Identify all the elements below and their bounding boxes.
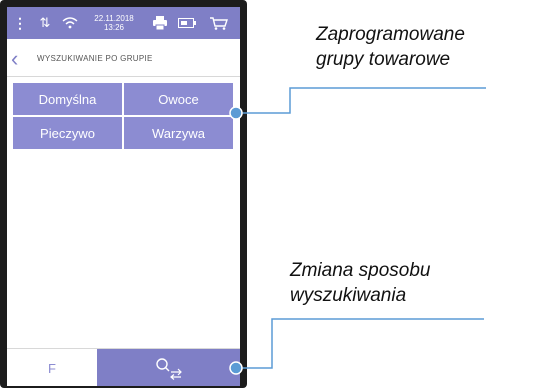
groups-annotation: Zaprogramowane grupy towarowe (316, 22, 465, 72)
search-callout-dot (229, 361, 243, 375)
search-annotation: Zmiana sposobu wyszukiwania (290, 258, 430, 308)
groups-annotation-line1: Zaprogramowane (316, 24, 465, 45)
groups-callout-dot (229, 106, 243, 120)
search-callout-line (236, 318, 484, 369)
search-annotation-line2: wyszukiwania (290, 285, 407, 306)
groups-annotation-line2: grupy towarowe (316, 49, 451, 70)
groups-callout-line (236, 87, 486, 114)
search-annotation-line1: Zmiana sposobu (290, 260, 431, 281)
